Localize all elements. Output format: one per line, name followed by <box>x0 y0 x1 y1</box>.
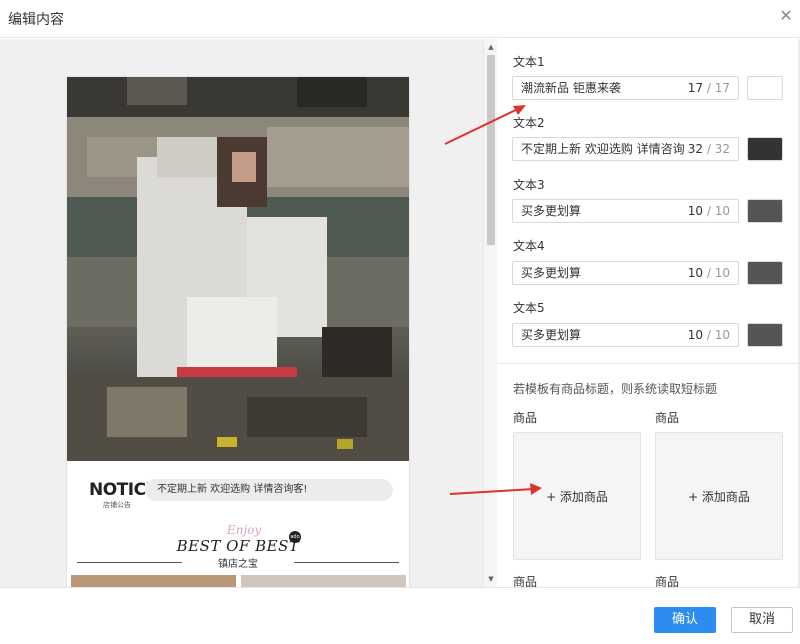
best-subtitle: 镇店之宝 <box>218 559 258 570</box>
text1-input[interactable]: 潮流新品 钜惠来袭 17 / 17 <box>512 76 739 100</box>
text2-color-swatch[interactable] <box>747 137 783 161</box>
text1-value: 潮流新品 钜惠来袭 <box>521 81 621 95</box>
dialog-title-bar: 编辑内容 ✕ <box>0 0 800 38</box>
text5-color-swatch[interactable] <box>747 323 783 347</box>
best-script-text: Enjoy <box>227 523 262 537</box>
notice-text: 不定期上新 欢迎选购 详情咨询客! <box>145 479 393 501</box>
dialog-title: 编辑内容 <box>8 12 64 28</box>
text3-input[interactable]: 买多更划算 10 / 10 <box>512 199 739 223</box>
text4-input[interactable]: 买多更划算 10 / 10 <box>512 261 739 285</box>
text4-count: 10 / 10 <box>687 266 730 280</box>
notice-bar: NOTICE 店铺公告 不定期上新 欢迎选购 详情咨询客! <box>67 472 409 512</box>
text2-value: 不定期上新 欢迎选购 详情咨询 <box>521 142 685 156</box>
text5-value: 买多更划算 <box>521 328 582 342</box>
close-icon[interactable]: ✕ <box>776 6 796 26</box>
text4-label: 文本4 <box>513 239 545 253</box>
best-of-best-section: Enjoy BEST OF BEST ado 镇店之宝 <box>67 513 409 583</box>
text3-value: 买多更划算 <box>521 204 582 218</box>
banner-photo <box>67 77 409 461</box>
best-title: BEST OF BEST <box>176 537 300 555</box>
dialog-footer: 确认 取消 <box>0 587 800 644</box>
text1-color-swatch[interactable] <box>747 76 783 100</box>
best-badge: ado <box>289 531 301 543</box>
text4-color-swatch[interactable] <box>747 261 783 285</box>
edit-panel: 文本1 潮流新品 钜惠来袭 17 / 17 文本2 不定期上新 欢迎选购 详情咨… <box>498 39 800 587</box>
text2-input[interactable]: 不定期上新 欢迎选购 详情咨询 32 / 32 <box>512 137 739 161</box>
scroll-up-icon[interactable]: ▲ <box>484 41 498 53</box>
add-product-button[interactable]: + 添加商品 <box>513 432 641 560</box>
text3-color-swatch[interactable] <box>747 199 783 223</box>
product-label: 商品 <box>513 575 538 587</box>
text1-label: 文本1 <box>513 55 545 69</box>
product-label: 商品 <box>655 411 680 425</box>
product-tile-image <box>241 575 406 587</box>
edit-content-dialog: 编辑内容 ✕ NOTICE 店铺公告 不定期上新 欢迎选购 详情咨询客! Enj… <box>0 0 800 644</box>
product-hint: 若模板有商品标题，则系统读取短标题 <box>513 382 718 396</box>
text3-label: 文本3 <box>513 178 545 192</box>
preview-scrollbar[interactable]: ▲ ▼ <box>483 39 497 587</box>
template-preview: NOTICE 店铺公告 不定期上新 欢迎选购 详情咨询客! Enjoy BEST… <box>67 77 409 587</box>
text3-count: 10 / 10 <box>687 204 730 218</box>
text2-count: 32 / 32 <box>687 142 730 156</box>
scroll-down-icon[interactable]: ▼ <box>484 573 498 585</box>
text1-count: 17 / 17 <box>687 81 730 95</box>
text4-value: 买多更划算 <box>521 266 582 280</box>
section-divider <box>498 363 800 364</box>
product-label: 商品 <box>655 575 680 587</box>
text2-label: 文本2 <box>513 116 545 130</box>
scrollbar-thumb[interactable] <box>487 55 495 245</box>
cancel-button[interactable]: 取消 <box>731 607 793 633</box>
text5-label: 文本5 <box>513 301 545 315</box>
text5-input[interactable]: 买多更划算 10 / 10 <box>512 323 739 347</box>
product-label: 商品 <box>513 411 538 425</box>
add-product-button[interactable]: + 添加商品 <box>655 432 783 560</box>
notice-subtitle: 店铺公告 <box>103 501 131 509</box>
preview-pane: NOTICE 店铺公告 不定期上新 欢迎选购 详情咨询客! Enjoy BEST… <box>0 39 483 587</box>
text5-count: 10 / 10 <box>687 328 730 342</box>
confirm-button[interactable]: 确认 <box>654 607 716 633</box>
product-tile-image <box>71 575 236 587</box>
